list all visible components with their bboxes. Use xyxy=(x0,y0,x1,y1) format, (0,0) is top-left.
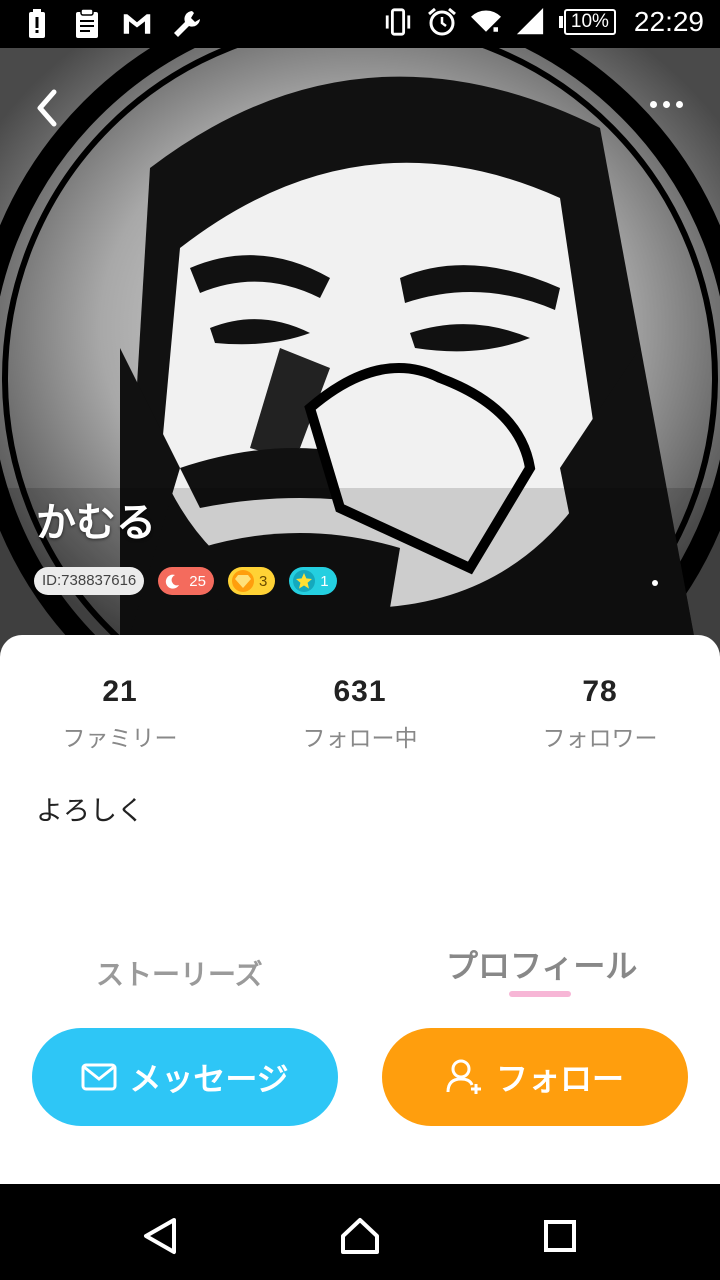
battery-indicator: 10% xyxy=(558,9,616,35)
alarm-icon xyxy=(427,6,457,38)
battery-alert-icon xyxy=(22,8,52,40)
stat-followers[interactable]: 78 フォロワー xyxy=(480,675,720,753)
nav-home-button[interactable] xyxy=(338,1214,382,1258)
page-indicator-dot xyxy=(652,580,658,586)
system-nav-bar xyxy=(0,1184,720,1280)
moon-badge-value: 25 xyxy=(189,572,206,590)
diamond-icon xyxy=(231,570,254,592)
clipboard-icon xyxy=(72,8,102,40)
signal-icon xyxy=(515,6,545,38)
recents-square-icon xyxy=(544,1220,576,1252)
gmail-icon xyxy=(122,8,152,40)
stat-following-label: フォロー中 xyxy=(302,726,418,752)
star-badge-value: 1 xyxy=(320,572,329,590)
stat-following[interactable]: 631 フォロー中 xyxy=(240,675,480,753)
message-button-label: メッセージ xyxy=(129,1060,289,1098)
active-tab-indicator xyxy=(509,991,571,997)
stat-family-label: ファミリー xyxy=(62,726,178,752)
wifi-icon xyxy=(470,6,501,38)
profile-badges: ID:738837616 25 3 1 xyxy=(34,567,337,595)
add-user-icon xyxy=(446,1059,481,1094)
message-button[interactable]: メッセージ xyxy=(32,1028,338,1126)
vibrate-icon xyxy=(383,6,413,38)
star-icon xyxy=(293,570,316,592)
tab-stories[interactable]: ストーリーズ xyxy=(96,953,263,993)
profile-bio: よろしく xyxy=(36,796,144,827)
more-dot xyxy=(675,100,683,108)
nav-back-button[interactable] xyxy=(138,1214,182,1258)
nav-recents-button[interactable] xyxy=(538,1214,582,1258)
star-badge: 1 xyxy=(289,567,337,595)
battery-percent: 10% xyxy=(563,9,616,35)
tab-profile[interactable]: プロフィール xyxy=(446,941,637,987)
follow-button[interactable]: フォロー xyxy=(382,1028,688,1126)
more-horizontal-icon xyxy=(649,100,657,108)
back-triangle-icon xyxy=(144,1218,176,1254)
more-dot xyxy=(662,100,670,108)
chevron-left-icon xyxy=(37,89,57,127)
follow-button-label: フォロー xyxy=(495,1060,624,1098)
status-bar-notifications xyxy=(22,8,202,40)
stat-family-value: 21 xyxy=(102,675,138,708)
more-options-button[interactable] xyxy=(636,84,696,124)
moon-icon xyxy=(162,570,184,592)
wrench-icon xyxy=(172,8,202,40)
profile-tabs: ストーリーズ プロフィール xyxy=(0,935,720,1015)
profile-card: 21 ファミリー 631 フォロー中 78 フォロワー よろしく ストーリーズ … xyxy=(0,635,720,1184)
stat-followers-label: フォロワー xyxy=(542,726,658,752)
home-icon xyxy=(341,1218,379,1254)
profile-name: かむる xyxy=(36,500,156,546)
diamond-badge-value: 3 xyxy=(258,572,268,590)
diamond-badge: 3 xyxy=(227,567,276,595)
status-time: 22:29 xyxy=(633,6,704,37)
moon-badge: 25 xyxy=(158,567,214,595)
status-bar-system: 10% 22:29 xyxy=(383,6,704,38)
profile-cover: かむる ID:738837616 25 3 1 xyxy=(0,48,720,668)
status-bar: 10% 22:29 xyxy=(0,0,720,48)
back-button[interactable] xyxy=(22,84,70,132)
stats-row: 21 ファミリー 631 フォロー中 78 フォロワー xyxy=(0,675,720,753)
stat-followers-value: 78 xyxy=(582,675,618,708)
battery-tip xyxy=(558,16,563,28)
stat-family[interactable]: 21 ファミリー xyxy=(0,675,240,753)
stat-following-value: 631 xyxy=(333,675,387,708)
user-id-badge: ID:738837616 xyxy=(34,567,145,595)
mail-icon xyxy=(81,1063,117,1091)
